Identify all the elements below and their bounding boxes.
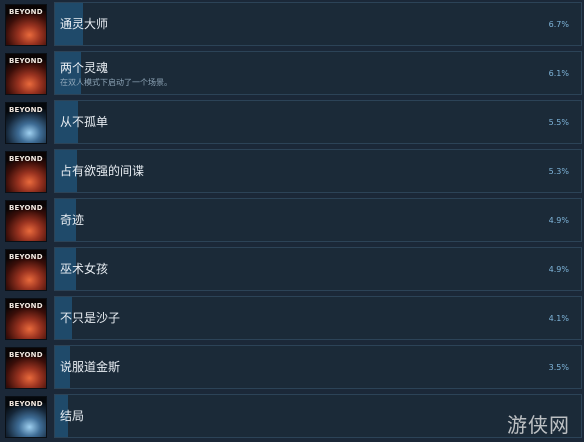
watermark: 游侠网 <box>507 413 570 437</box>
game-logo-text: BEYOND <box>9 8 43 16</box>
achievement-name: 不只是沙子 <box>60 311 121 325</box>
achievement-progress-bar: 奇迹 4.9% <box>54 198 582 242</box>
achievement-row[interactable]: BEYOND 从不孤单 5.5% <box>0 98 584 147</box>
achievement-row[interactable]: BEYOND 不只是沙子 4.1% <box>0 294 584 343</box>
achievement-row[interactable]: BEYOND 结局 <box>0 392 584 441</box>
achievement-name: 结局 <box>60 409 85 423</box>
achievement-percent: 4.9% <box>548 265 569 274</box>
achievement-progress-bar: 占有欲强的间谍 5.3% <box>54 149 582 193</box>
achievement-row[interactable]: BEYOND 说服道金斯 3.5% <box>0 343 584 392</box>
achievement-icon: BEYOND <box>5 4 47 46</box>
achievement-name: 奇迹 <box>60 213 85 227</box>
achievement-progress-bar: 巫术女孩 4.9% <box>54 247 582 291</box>
achievement-progress-bar: 通灵大师 6.7% <box>54 2 582 46</box>
achievement-name: 巫术女孩 <box>60 262 109 276</box>
achievement-progress-bar: 不只是沙子 4.1% <box>54 296 582 340</box>
achievement-row[interactable]: BEYOND 奇迹 4.9% <box>0 196 584 245</box>
game-logo-text: BEYOND <box>9 351 43 359</box>
achievement-percent: 4.9% <box>548 216 569 225</box>
game-logo-text: BEYOND <box>9 400 43 408</box>
achievement-name: 通灵大师 <box>60 17 109 31</box>
achievement-progress-bar: 结局 <box>54 394 582 438</box>
achievement-icon: BEYOND <box>5 53 47 95</box>
game-logo-text: BEYOND <box>9 155 43 163</box>
achievement-progress-bar: 说服道金斯 3.5% <box>54 345 582 389</box>
achievement-progress-bar: 两个灵魂 在双人模式下启动了一个场景。 6.1% <box>54 51 582 95</box>
achievement-icon: BEYOND <box>5 151 47 193</box>
game-logo-text: BEYOND <box>9 106 43 114</box>
game-logo-text: BEYOND <box>9 204 43 212</box>
game-logo-text: BEYOND <box>9 302 43 310</box>
achievement-row[interactable]: BEYOND 巫术女孩 4.9% <box>0 245 584 294</box>
achievement-name: 占有欲强的间谍 <box>60 164 145 178</box>
achievement-name: 说服道金斯 <box>60 360 121 374</box>
achievement-percent: 6.7% <box>548 20 569 29</box>
achievement-icon: BEYOND <box>5 102 47 144</box>
achievement-percent: 5.5% <box>548 118 569 127</box>
game-logo-text: BEYOND <box>9 57 43 65</box>
achievement-icon: BEYOND <box>5 298 47 340</box>
achievement-percent: 4.1% <box>548 314 569 323</box>
achievement-row[interactable]: BEYOND 通灵大师 6.7% <box>0 0 584 49</box>
achievement-icon: BEYOND <box>5 396 47 438</box>
achievement-description: 在双人模式下启动了一个场景。 <box>60 78 172 87</box>
achievement-row[interactable]: BEYOND 两个灵魂 在双人模式下启动了一个场景。 6.1% <box>0 49 584 98</box>
achievement-percent: 6.1% <box>548 69 569 78</box>
achievement-icon: BEYOND <box>5 347 47 389</box>
game-logo-text: BEYOND <box>9 253 43 261</box>
achievement-name: 两个灵魂 <box>60 61 109 75</box>
achievement-name: 从不孤单 <box>60 115 109 129</box>
achievement-row[interactable]: BEYOND 占有欲强的间谍 5.3% <box>0 147 584 196</box>
achievement-percent: 5.3% <box>548 167 569 176</box>
achievement-list: BEYOND 通灵大师 6.7% BEYOND 两个灵魂 在双人模式下启动了一个… <box>0 0 584 442</box>
achievement-icon: BEYOND <box>5 249 47 291</box>
achievement-progress-bar: 从不孤单 5.5% <box>54 100 582 144</box>
achievement-percent: 3.5% <box>548 363 569 372</box>
achievement-icon: BEYOND <box>5 200 47 242</box>
